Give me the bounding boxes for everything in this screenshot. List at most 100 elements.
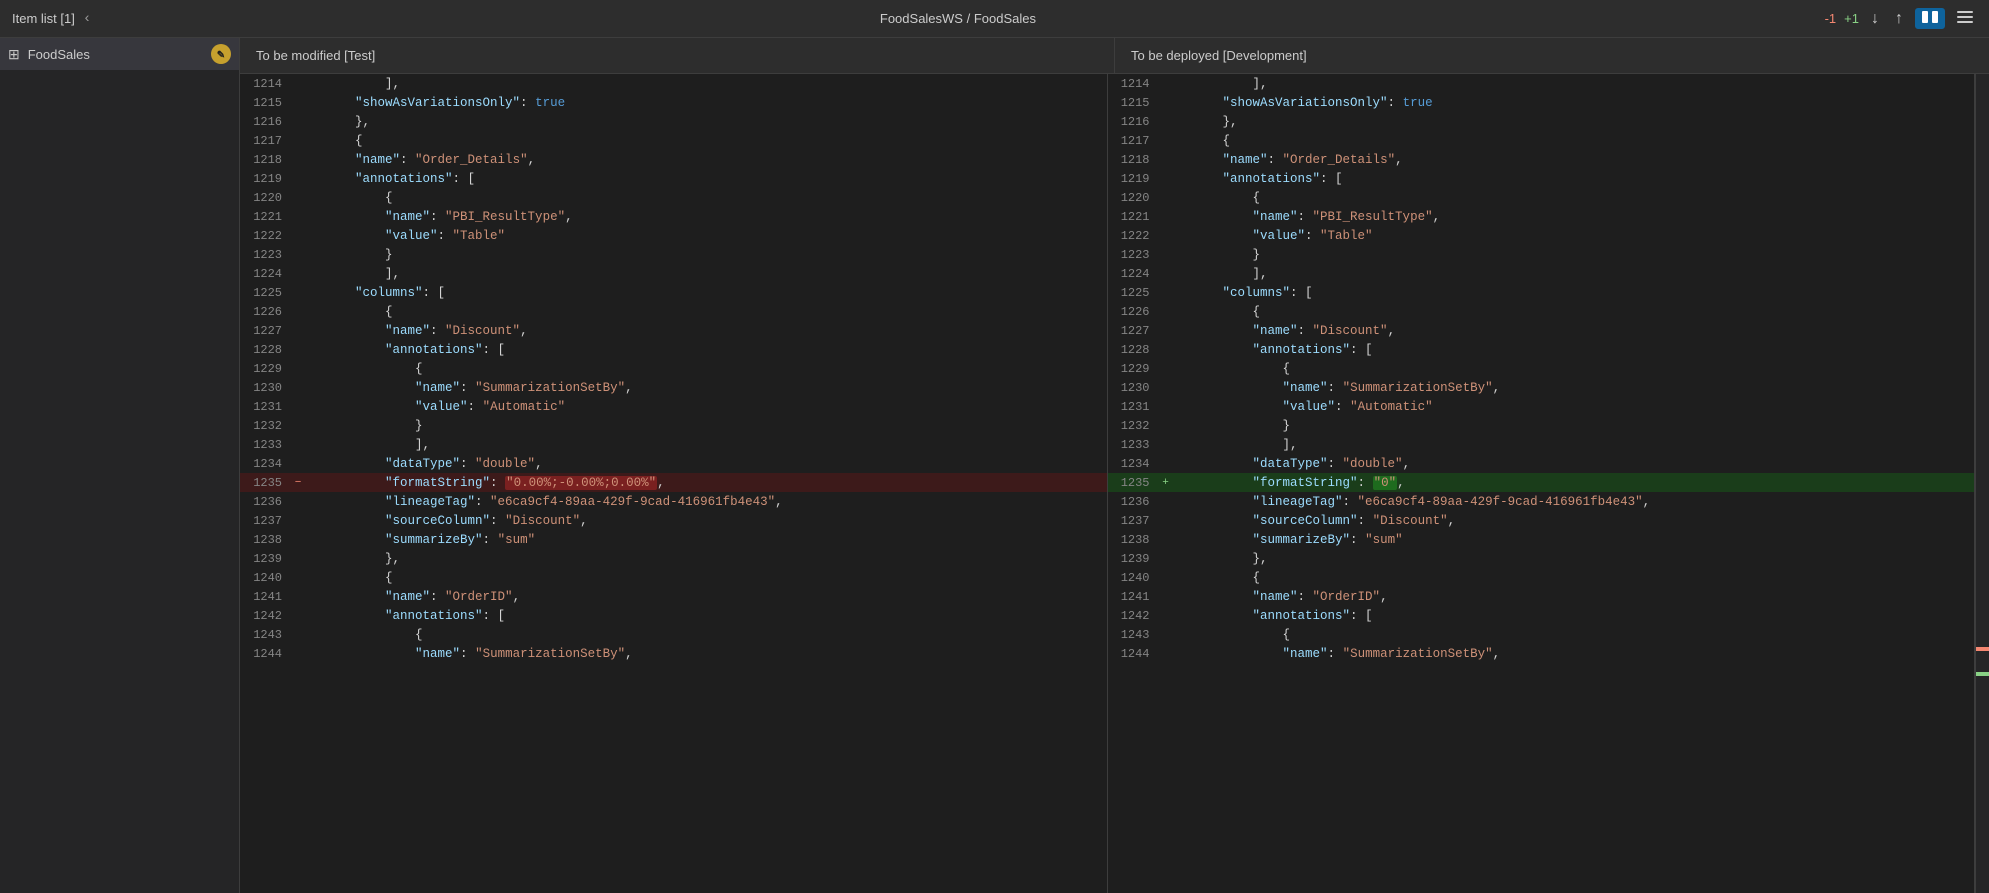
line-number: 1229 [240, 359, 290, 378]
diff-gutter [1158, 112, 1174, 131]
line-content: { [306, 359, 1107, 378]
code-line: 1241 "name": "OrderID", [240, 587, 1107, 606]
sidebar-item-badge: ✎ [211, 44, 231, 64]
edit-badge-icon: ✎ [212, 45, 230, 63]
line-number: 1223 [1108, 245, 1158, 264]
main-layout: ⊞ FoodSales ✎ To be modified [Test] To b… [0, 38, 1989, 893]
code-line: 1226 { [1108, 302, 1975, 321]
sidebar: ⊞ FoodSales ✎ [0, 38, 240, 893]
line-number: 1241 [240, 587, 290, 606]
line-content: { [306, 625, 1107, 644]
line-content: "name": "Order_Details", [306, 150, 1107, 169]
diff-gutter [1158, 397, 1174, 416]
code-line: 1234 "dataType": "double", [240, 454, 1107, 473]
line-content: { [306, 188, 1107, 207]
code-line: 1225 "columns": [ [240, 283, 1107, 302]
left-panel-header: To be modified [Test] [240, 38, 1115, 73]
split-view-button[interactable] [1915, 8, 1945, 29]
topbar-right: -1 +1 ↓ ↑ [1825, 8, 1977, 30]
line-content: }, [306, 112, 1107, 131]
diff-gutter [290, 131, 306, 150]
line-content: "name": "Order_Details", [1174, 150, 1975, 169]
code-line: 1233 ], [240, 435, 1107, 454]
code-line: 1224 ], [1108, 264, 1975, 283]
line-content: ], [306, 435, 1107, 454]
line-number: 1241 [1108, 587, 1158, 606]
line-content: "annotations": [ [306, 606, 1107, 625]
item-list-title: Item list [1] [12, 11, 75, 26]
line-content: ], [1174, 264, 1975, 283]
diff-gutter [1158, 625, 1174, 644]
code-line: 1215 "showAsVariationsOnly": true [240, 93, 1107, 112]
line-content: "name": "SummarizationSetBy", [1174, 378, 1975, 397]
code-line: 1221 "name": "PBI_ResultType", [240, 207, 1107, 226]
line-content: }, [1174, 549, 1975, 568]
right-panel-header: To be deployed [Development] [1115, 38, 1989, 73]
diff-gutter [290, 492, 306, 511]
line-content: "lineageTag": "e6ca9cf4-89aa-429f-9cad-4… [1174, 492, 1975, 511]
line-number: 1228 [240, 340, 290, 359]
code-line: 1218 "name": "Order_Details", [240, 150, 1107, 169]
line-number: 1237 [240, 511, 290, 530]
line-content: } [1174, 416, 1975, 435]
diff-gutter [290, 112, 306, 131]
code-line: 1232 } [240, 416, 1107, 435]
diff-gutter [1158, 188, 1174, 207]
diff-gutter [1158, 207, 1174, 226]
line-number: 1243 [240, 625, 290, 644]
code-line: 1223 } [240, 245, 1107, 264]
navigate-next-button[interactable]: ↑ [1891, 8, 1907, 30]
diff-gutter [1158, 492, 1174, 511]
diff-gutter [290, 302, 306, 321]
line-content: "columns": [ [306, 283, 1107, 302]
diff-gutter [290, 207, 306, 226]
code-line: 1236 "lineageTag": "e6ca9cf4-89aa-429f-9… [1108, 492, 1975, 511]
code-line: 1228 "annotations": [ [1108, 340, 1975, 359]
sidebar-item-foodsales[interactable]: ⊞ FoodSales ✎ [0, 38, 239, 70]
diff-gutter [290, 169, 306, 188]
line-content: "summarizeBy": "sum" [1174, 530, 1975, 549]
diff-gutter [1158, 530, 1174, 549]
diff-gutter [290, 245, 306, 264]
line-number: 1239 [240, 549, 290, 568]
line-content: ], [1174, 74, 1975, 93]
inline-view-button[interactable] [1953, 8, 1977, 30]
code-line: 1224 ], [240, 264, 1107, 283]
line-number: 1224 [240, 264, 290, 283]
code-line: 1217 { [1108, 131, 1975, 150]
line-content: } [306, 416, 1107, 435]
line-content: "name": "SummarizationSetBy", [1174, 644, 1975, 663]
code-line: 1222 "value": "Table" [240, 226, 1107, 245]
line-number: 1221 [1108, 207, 1158, 226]
left-diff-panel[interactable]: 1214 ], 1215 "showAsVariationsOnly": tru… [240, 74, 1108, 893]
diff-minus-count: -1 [1825, 11, 1837, 26]
code-line: 1235 − "formatString": "0.00%;-0.00%;0.0… [240, 473, 1107, 492]
line-number: 1228 [1108, 340, 1158, 359]
code-line: 1214 ], [1108, 74, 1975, 93]
line-number: 1223 [240, 245, 290, 264]
diff-gutter [290, 568, 306, 587]
code-line: 1227 "name": "Discount", [240, 321, 1107, 340]
diff-gutter [290, 587, 306, 606]
line-content: "formatString": "0", [1174, 473, 1975, 492]
diff-gutter [290, 530, 306, 549]
navigate-prev-button[interactable]: ↓ [1867, 8, 1883, 30]
diff-gutter [290, 74, 306, 93]
line-content: "name": "Discount", [1174, 321, 1975, 340]
line-content: } [306, 245, 1107, 264]
line-number: 1233 [1108, 435, 1158, 454]
right-diff-panel[interactable]: 1214 ], 1215 "showAsVariationsOnly": tru… [1108, 74, 1976, 893]
line-number: 1218 [1108, 150, 1158, 169]
diff-gutter [1158, 568, 1174, 587]
code-line: 1219 "annotations": [ [1108, 169, 1975, 188]
line-content: "name": "OrderID", [306, 587, 1107, 606]
collapse-icon[interactable]: ‹ [83, 11, 91, 27]
line-content: { [1174, 188, 1975, 207]
inline-view-icon [1957, 11, 1973, 23]
line-number: 1234 [240, 454, 290, 473]
line-number: 1235 [240, 473, 290, 492]
line-number: 1227 [1108, 321, 1158, 340]
code-line: 1239 }, [240, 549, 1107, 568]
code-line: 1219 "annotations": [ [240, 169, 1107, 188]
line-content: "sourceColumn": "Discount", [306, 511, 1107, 530]
